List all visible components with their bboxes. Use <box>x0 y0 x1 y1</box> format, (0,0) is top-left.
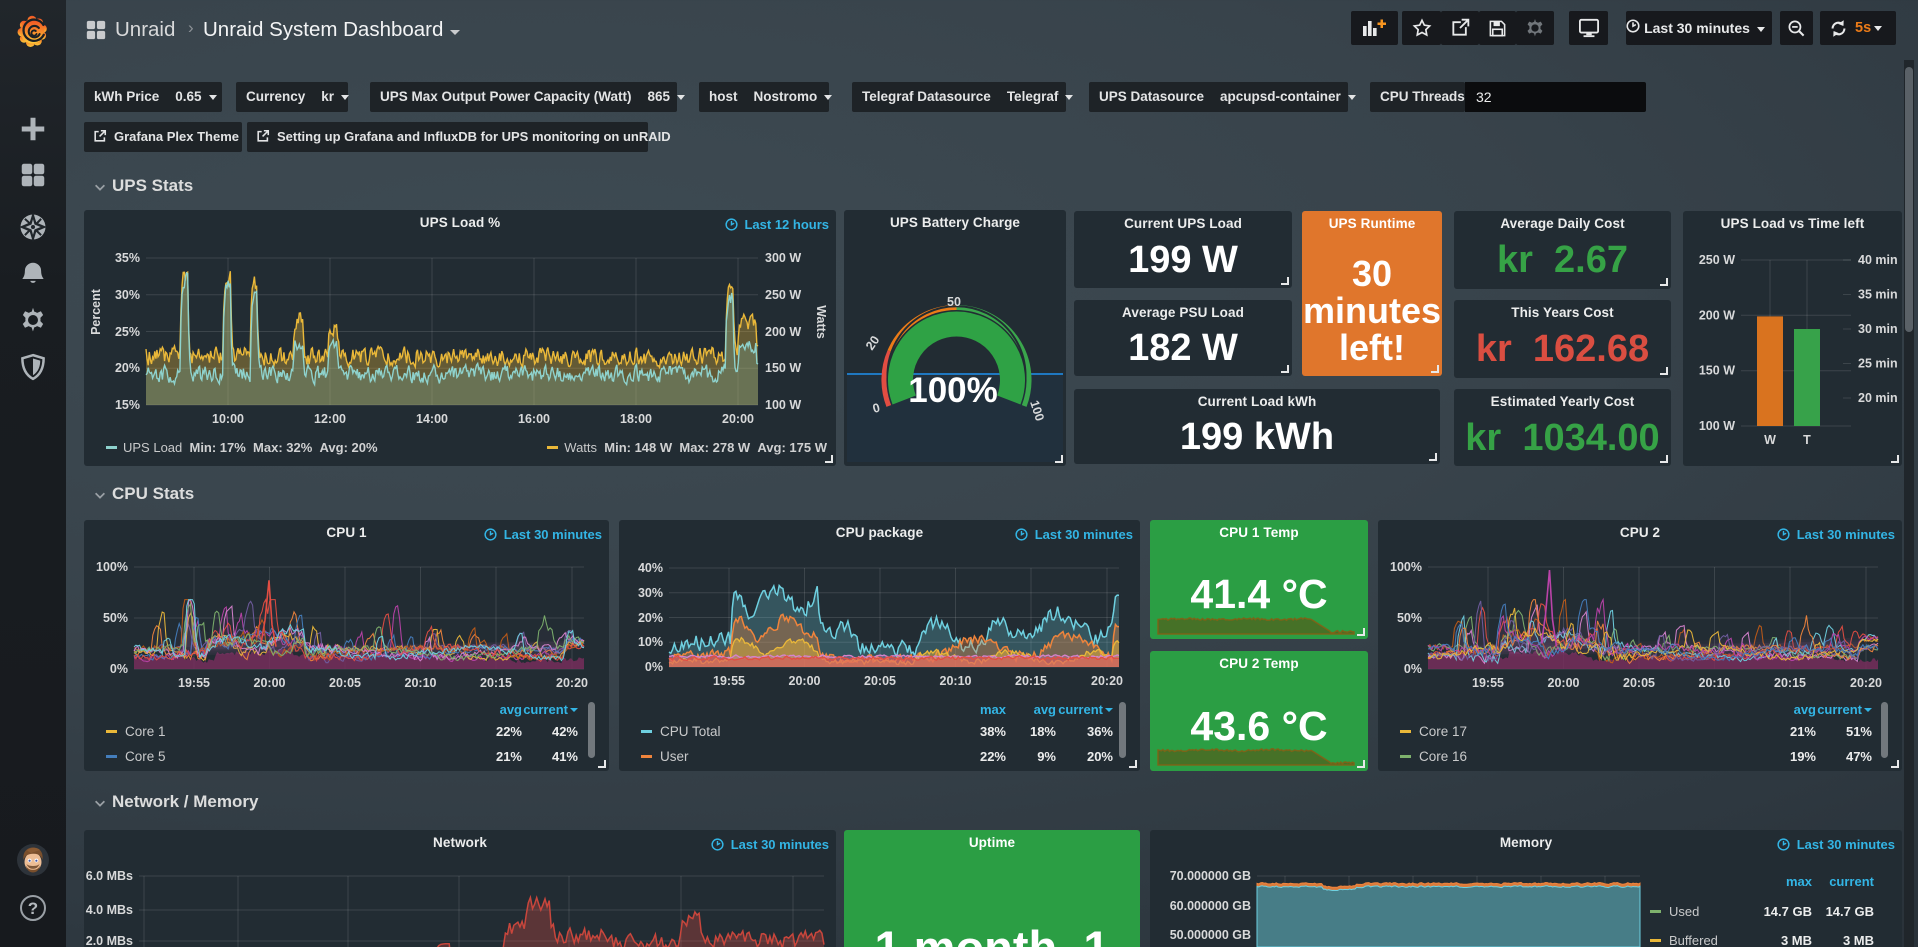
svg-text:70.000000 GB: 70.000000 GB <box>1170 869 1251 883</box>
svg-text:25 min: 25 min <box>1858 357 1898 371</box>
svg-text:4.0 MBs: 4.0 MBs <box>86 903 133 917</box>
svg-text:150 W: 150 W <box>1699 364 1735 378</box>
svg-text:300 W: 300 W <box>765 251 801 265</box>
svg-text:20: 20 <box>863 333 882 352</box>
svg-text:20 min: 20 min <box>1858 391 1898 405</box>
svg-text:20:10: 20:10 <box>940 674 972 688</box>
svg-text:16:00: 16:00 <box>518 412 550 426</box>
svg-text:20:10: 20:10 <box>405 676 437 690</box>
svg-text:100%: 100% <box>908 371 998 410</box>
svg-text:60.000000 GB: 60.000000 GB <box>1170 899 1251 913</box>
svg-text:20:20: 20:20 <box>1850 676 1882 690</box>
svg-text:250 W: 250 W <box>1699 253 1735 267</box>
svg-text:20:15: 20:15 <box>480 676 512 690</box>
svg-text:6.0 MBs: 6.0 MBs <box>86 869 133 883</box>
svg-text:T: T <box>1803 433 1811 447</box>
svg-text:20:20: 20:20 <box>1091 674 1123 688</box>
svg-text:20:20: 20:20 <box>556 676 588 690</box>
svg-text:100 W: 100 W <box>1699 419 1735 433</box>
svg-text:10%: 10% <box>638 635 663 649</box>
svg-text:W: W <box>1764 433 1776 447</box>
svg-text:14:00: 14:00 <box>416 412 448 426</box>
svg-text:20%: 20% <box>115 361 140 375</box>
svg-text:18:00: 18:00 <box>620 412 652 426</box>
svg-text:20:05: 20:05 <box>329 676 361 690</box>
svg-text:35 min: 35 min <box>1858 288 1898 302</box>
svg-text:15%: 15% <box>115 398 140 412</box>
svg-text:40%: 40% <box>638 561 663 575</box>
svg-text:30 min: 30 min <box>1858 322 1898 336</box>
svg-text:20:00: 20:00 <box>722 412 754 426</box>
svg-text:20:00: 20:00 <box>1548 676 1580 690</box>
svg-text:19:55: 19:55 <box>178 676 210 690</box>
svg-text:200 W: 200 W <box>1699 308 1735 322</box>
svg-text:50%: 50% <box>103 611 128 625</box>
svg-text:19:55: 19:55 <box>713 674 745 688</box>
svg-text:50.000000 GB: 50.000000 GB <box>1170 928 1251 942</box>
svg-text:12:00: 12:00 <box>314 412 346 426</box>
svg-text:20%: 20% <box>638 611 663 625</box>
svg-text:0%: 0% <box>645 660 663 674</box>
svg-text:0%: 0% <box>110 662 128 676</box>
svg-text:2.0 MBs: 2.0 MBs <box>86 934 133 947</box>
svg-text:100%: 100% <box>1390 560 1422 574</box>
svg-text:20:00: 20:00 <box>789 674 821 688</box>
svg-text:20:15: 20:15 <box>1774 676 1806 690</box>
svg-text:40 min: 40 min <box>1858 253 1898 267</box>
svg-text:30%: 30% <box>115 288 140 302</box>
svg-text:20:05: 20:05 <box>1623 676 1655 690</box>
svg-text:100%: 100% <box>96 560 128 574</box>
svg-text:20:00: 20:00 <box>254 676 286 690</box>
svg-text:50%: 50% <box>1397 611 1422 625</box>
svg-text:20:10: 20:10 <box>1699 676 1731 690</box>
svg-text:150 W: 150 W <box>765 361 801 375</box>
svg-text:30%: 30% <box>638 586 663 600</box>
svg-text:20:05: 20:05 <box>864 674 896 688</box>
svg-text:25%: 25% <box>115 325 140 339</box>
svg-text:10:00: 10:00 <box>212 412 244 426</box>
svg-text:35%: 35% <box>115 251 140 265</box>
svg-text:0%: 0% <box>1404 662 1422 676</box>
svg-text:50: 50 <box>947 295 961 309</box>
svg-text:250 W: 250 W <box>765 288 801 302</box>
svg-text:19:55: 19:55 <box>1472 676 1504 690</box>
svg-text:20:15: 20:15 <box>1015 674 1047 688</box>
svg-text:200 W: 200 W <box>765 325 801 339</box>
svg-text:100 W: 100 W <box>765 398 801 412</box>
